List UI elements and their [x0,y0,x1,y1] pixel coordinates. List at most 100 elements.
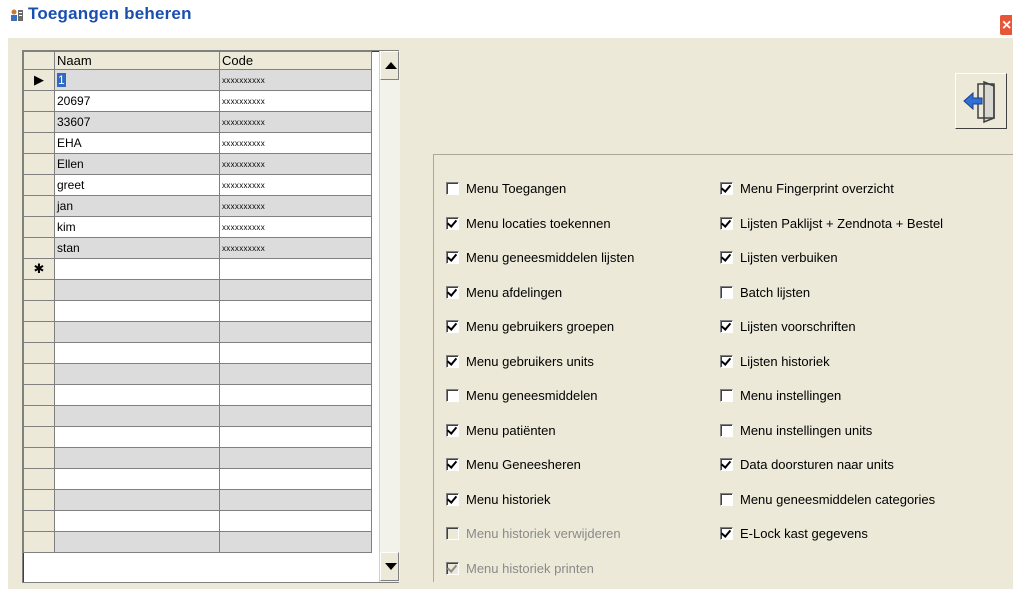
cell-code[interactable]: xxxxxxxxxx [219,195,372,217]
row-indicator[interactable] [23,468,55,490]
table-row[interactable] [23,279,372,301]
cell-naam[interactable]: 33607 [54,111,220,133]
row-indicator[interactable] [23,195,55,217]
cell-naam[interactable] [54,321,220,343]
row-indicator[interactable] [23,426,55,448]
cell-naam[interactable] [54,384,220,406]
checkbox-checked-icon[interactable] [446,251,459,264]
row-indicator[interactable] [23,321,55,343]
row-indicator[interactable] [23,384,55,406]
table-row[interactable] [23,342,372,364]
table-row[interactable]: ▶ 1 xxxxxxxxxx [23,69,372,91]
table-row[interactable] [23,426,372,448]
cell-naam[interactable] [54,363,220,385]
row-indicator[interactable] [23,363,55,385]
checkbox-checked-icon[interactable] [446,458,459,471]
checkbox-checked-icon[interactable] [446,216,459,230]
row-indicator[interactable] [23,132,55,154]
cell-naam[interactable] [54,531,220,553]
scroll-down-button[interactable] [380,552,399,581]
checkbox-checked-icon[interactable] [720,527,733,540]
users-grid[interactable]: Naam Code ▶ 1 xxxxxxxxxx 20697 xxxxxxxxxx 336… [22,50,400,583]
cell-code[interactable]: xxxxxxxxxx [219,216,372,238]
table-row[interactable] [23,510,372,532]
table-row[interactable]: ✱ [23,258,372,280]
cell-code[interactable]: xxxxxxxxxx [219,132,372,154]
cell-code[interactable]: xxxxxxxxxx [219,69,372,91]
cell-naam[interactable] [54,342,220,364]
cell-code[interactable] [219,258,372,280]
cell-code[interactable]: xxxxxxxxxx [219,90,372,112]
row-indicator[interactable] [23,300,55,322]
table-row[interactable]: 33607 xxxxxxxxxx [23,111,372,133]
table-row[interactable] [23,363,372,385]
row-indicator[interactable] [23,174,55,196]
checkbox-checked-icon[interactable] [720,182,733,195]
checkbox-checked-icon[interactable] [720,458,733,471]
cell-code[interactable] [219,489,372,511]
checkbox-unchecked-icon[interactable] [720,285,733,299]
cell-code[interactable]: xxxxxxxxxx [219,237,372,259]
cell-code[interactable] [219,363,372,385]
row-indicator[interactable] [23,447,55,469]
cell-code[interactable] [219,405,372,427]
cell-naam[interactable]: kim [54,216,220,238]
cell-naam[interactable]: jan [54,195,220,217]
table-row[interactable] [23,489,372,511]
table-row[interactable] [23,531,372,553]
row-indicator[interactable] [23,237,55,259]
row-indicator[interactable]: ▶ [23,69,55,91]
cell-naam[interactable] [54,279,220,301]
cell-code[interactable] [219,447,372,469]
cell-code[interactable]: xxxxxxxxxx [219,153,372,175]
checkbox-checked-icon[interactable] [720,354,733,368]
row-indicator[interactable] [23,489,55,511]
cell-naam[interactable]: 1 [54,69,220,91]
exit-button[interactable] [955,73,1007,129]
table-row[interactable]: EHA xxxxxxxxxx [23,132,372,154]
cell-code[interactable] [219,426,372,448]
table-row[interactable] [23,321,372,343]
cell-naam[interactable] [54,405,220,427]
table-row[interactable]: jan xxxxxxxxxx [23,195,372,217]
checkbox-checked-icon[interactable] [446,320,459,333]
table-row[interactable] [23,384,372,406]
cell-code[interactable] [219,384,372,406]
checkbox-unchecked-icon[interactable] [446,182,459,195]
row-indicator[interactable] [23,153,55,175]
row-indicator[interactable]: ✱ [23,258,55,280]
table-row[interactable] [23,447,372,469]
checkbox-checked-icon[interactable] [446,561,459,575]
cell-naam[interactable]: stan [54,237,220,259]
checkbox-checked-icon[interactable] [446,423,459,437]
row-indicator[interactable] [23,342,55,364]
checkbox-checked-icon[interactable] [446,354,459,368]
table-row[interactable]: kim xxxxxxxxxx [23,216,372,238]
cell-naam[interactable] [54,489,220,511]
cell-code[interactable] [219,300,372,322]
checkbox-checked-icon[interactable] [446,285,459,299]
cell-naam[interactable]: Ellen [54,153,220,175]
cell-code[interactable] [219,321,372,343]
checkbox-checked-icon[interactable] [720,251,733,264]
table-row[interactable]: greet xxxxxxxxxx [23,174,372,196]
row-indicator[interactable] [23,111,55,133]
cell-naam[interactable]: greet [54,174,220,196]
table-row[interactable]: Ellen xxxxxxxxxx [23,153,372,175]
cell-code[interactable] [219,531,372,553]
cell-naam[interactable] [54,300,220,322]
row-indicator[interactable] [23,216,55,238]
cell-code[interactable]: xxxxxxxxxx [219,174,372,196]
column-header-code[interactable]: Code [219,51,372,70]
cell-naam[interactable] [54,426,220,448]
table-row[interactable] [23,468,372,490]
table-row[interactable] [23,300,372,322]
row-indicator[interactable] [23,279,55,301]
cell-naam[interactable]: EHA [54,132,220,154]
checkbox-unchecked-icon[interactable] [720,423,733,437]
cell-naam[interactable] [54,510,220,532]
table-row[interactable]: stan xxxxxxxxxx [23,237,372,259]
cell-code[interactable] [219,279,372,301]
table-row[interactable]: 20697 xxxxxxxxxx [23,90,372,112]
checkbox-unchecked-icon[interactable] [720,389,733,402]
